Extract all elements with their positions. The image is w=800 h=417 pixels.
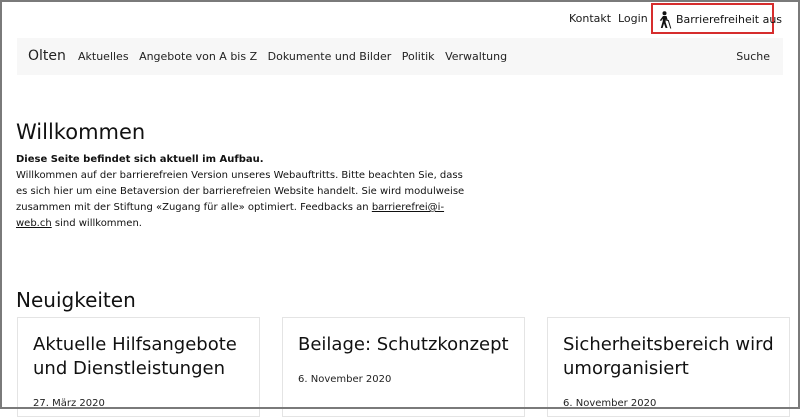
news-card-date: 6. November 2020 — [298, 374, 392, 385]
news-card-date: 6. November 2020 — [563, 398, 657, 409]
news-card-title[interactable]: Aktuelle Hilfsangebote und Dienstleistun… — [33, 333, 251, 381]
welcome-text-block: Willkommen auf der barrierefreien Versio… — [16, 168, 466, 232]
construction-notice: Diese Seite befindet sich aktuell im Auf… — [16, 154, 264, 165]
contact-link[interactable]: Kontakt — [569, 12, 611, 25]
news-card[interactable]: Sicherheitsbereich wird umorganisiert 6.… — [547, 317, 790, 417]
nav-menu: Aktuelles Angebote von A bis Z Dokumente… — [78, 50, 514, 63]
search-link[interactable]: Suche — [736, 50, 770, 63]
nav-item-aktuelles[interactable]: Aktuelles — [78, 50, 129, 63]
accessibility-toggle-button[interactable]: Barrierefreiheit aus — [651, 3, 782, 34]
nav-item-verwaltung[interactable]: Verwaltung — [445, 50, 507, 63]
welcome-heading: Willkommen — [16, 120, 146, 144]
news-card-date: 27. März 2020 — [33, 398, 105, 409]
nav-item-angebote[interactable]: Angebote von A bis Z — [139, 50, 257, 63]
main-navigation: Olten Aktuelles Angebote von A bis Z Dok… — [17, 38, 783, 75]
brand-link[interactable]: Olten — [28, 48, 66, 64]
news-card-title[interactable]: Beilage: Schutzkonzept — [298, 333, 516, 357]
news-card-title[interactable]: Sicherheitsbereich wird umorganisiert — [563, 333, 781, 381]
nav-item-dokumente[interactable]: Dokumente und Bilder — [268, 50, 392, 63]
accessibility-toggle-label: Barrierefreiheit aus — [676, 13, 783, 26]
utility-bar: Kontakt Login Barrierefreiheit aus — [0, 0, 800, 38]
pedestrian-with-cane-icon — [659, 11, 672, 29]
login-link[interactable]: Login — [618, 12, 648, 25]
news-card[interactable]: Aktuelle Hilfsangebote und Dienstleistun… — [17, 317, 260, 417]
news-heading: Neuigkeiten — [16, 288, 136, 312]
nav-item-politik[interactable]: Politik — [402, 50, 435, 63]
welcome-intro: Diese Seite befindet sich aktuell im Auf… — [16, 152, 466, 232]
welcome-text-end: sind willkommen. — [54, 218, 142, 229]
news-card[interactable]: Beilage: Schutzkonzept 6. November 2020 — [282, 317, 525, 417]
